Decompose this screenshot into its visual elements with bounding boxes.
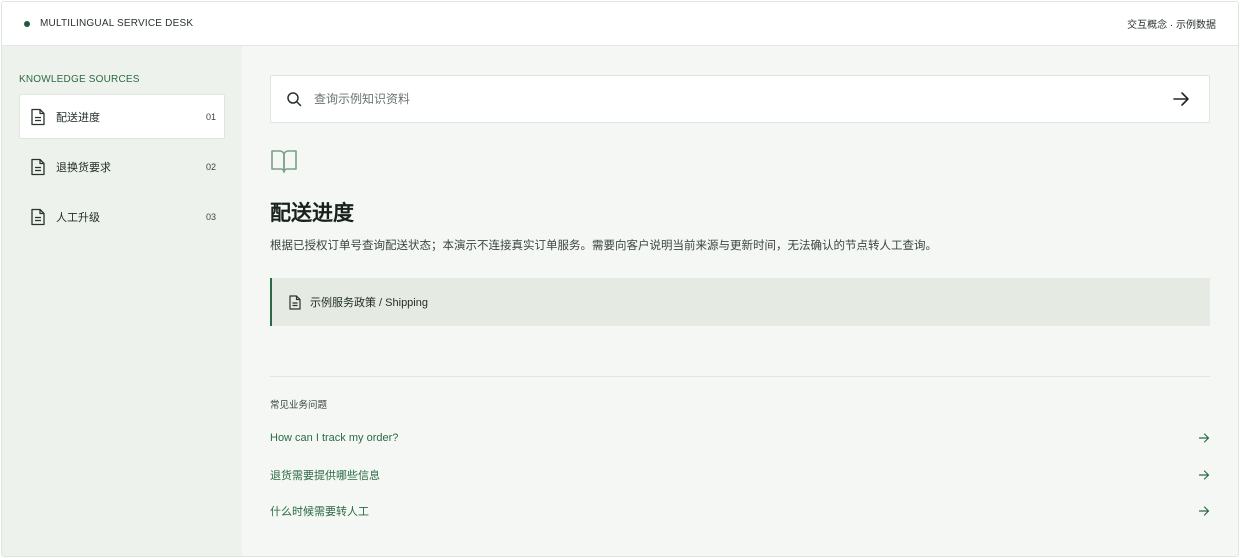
faq-item[interactable]: 什么时候需要转人工 xyxy=(270,500,1210,522)
sidebar-item-label: 人工升级 xyxy=(56,211,100,224)
divider xyxy=(270,376,1210,377)
sidebar: KNOWLEDGE SOURCES 配送进度 01 退换货要求 02 人工升级 … xyxy=(2,46,242,556)
document-icon xyxy=(31,158,45,175)
top-bar: MULTILINGUAL SERVICE DESK 交互概念 · 示例数据 xyxy=(2,2,1238,46)
main-content: 配送进度 根据已授权订单号查询配送状态；本演示不连接真实订单服务。需要向客户说明… xyxy=(242,46,1238,556)
sidebar-item-escalation[interactable]: 人工升级 03 xyxy=(19,194,225,239)
submit-arrow-icon[interactable] xyxy=(1171,89,1191,109)
search-bar xyxy=(270,75,1210,123)
sidebar-item-number: 02 xyxy=(205,161,216,172)
sidebar-item-returns[interactable]: 退换货要求 02 xyxy=(19,144,225,189)
faq-question: 什么时候需要转人工 xyxy=(270,506,369,518)
document-icon xyxy=(31,208,45,225)
arrow-right-icon xyxy=(1198,470,1210,480)
brand-title: MULTILINGUAL SERVICE DESK xyxy=(40,18,194,29)
document-icon xyxy=(289,294,301,310)
faq-question: 退货需要提供哪些信息 xyxy=(270,470,380,482)
page-title: 配送进度 xyxy=(270,202,354,225)
status-dot-icon xyxy=(24,20,30,27)
article-description: 根据已授权订单号查询配送状态；本演示不连接真实订单服务。需要向客户说明当前来源与… xyxy=(270,240,937,252)
sidebar-item-label: 配送进度 xyxy=(56,111,100,124)
book-icon xyxy=(271,150,297,173)
search-icon xyxy=(287,92,302,107)
sidebar-heading: KNOWLEDGE SOURCES xyxy=(19,74,140,85)
brand: MULTILINGUAL SERVICE DESK xyxy=(24,18,193,29)
search-input[interactable] xyxy=(314,92,1171,106)
app-window: MULTILINGUAL SERVICE DESK 交互概念 · 示例数据 KN… xyxy=(1,1,1239,557)
faq-heading: 常见业务问题 xyxy=(270,400,328,411)
sidebar-item-label: 退换货要求 xyxy=(56,161,111,174)
sidebar-item-number: 01 xyxy=(205,111,216,122)
arrow-right-icon xyxy=(1198,506,1210,516)
sidebar-item-number: 03 xyxy=(205,211,216,222)
faq-question: How can I track my order? xyxy=(270,432,399,444)
source-label: 示例服务政策 / Shipping xyxy=(310,297,428,309)
faq-item[interactable]: How can I track my order? xyxy=(270,427,1210,449)
header-note: 交互概念 · 示例数据 xyxy=(1127,20,1216,31)
faq-item[interactable]: 退货需要提供哪些信息 xyxy=(270,464,1210,486)
sidebar-item-shipping[interactable]: 配送进度 01 xyxy=(19,94,225,139)
source-citation: 示例服务政策 / Shipping xyxy=(270,278,1210,326)
arrow-right-icon xyxy=(1198,433,1210,443)
document-icon xyxy=(31,108,45,125)
